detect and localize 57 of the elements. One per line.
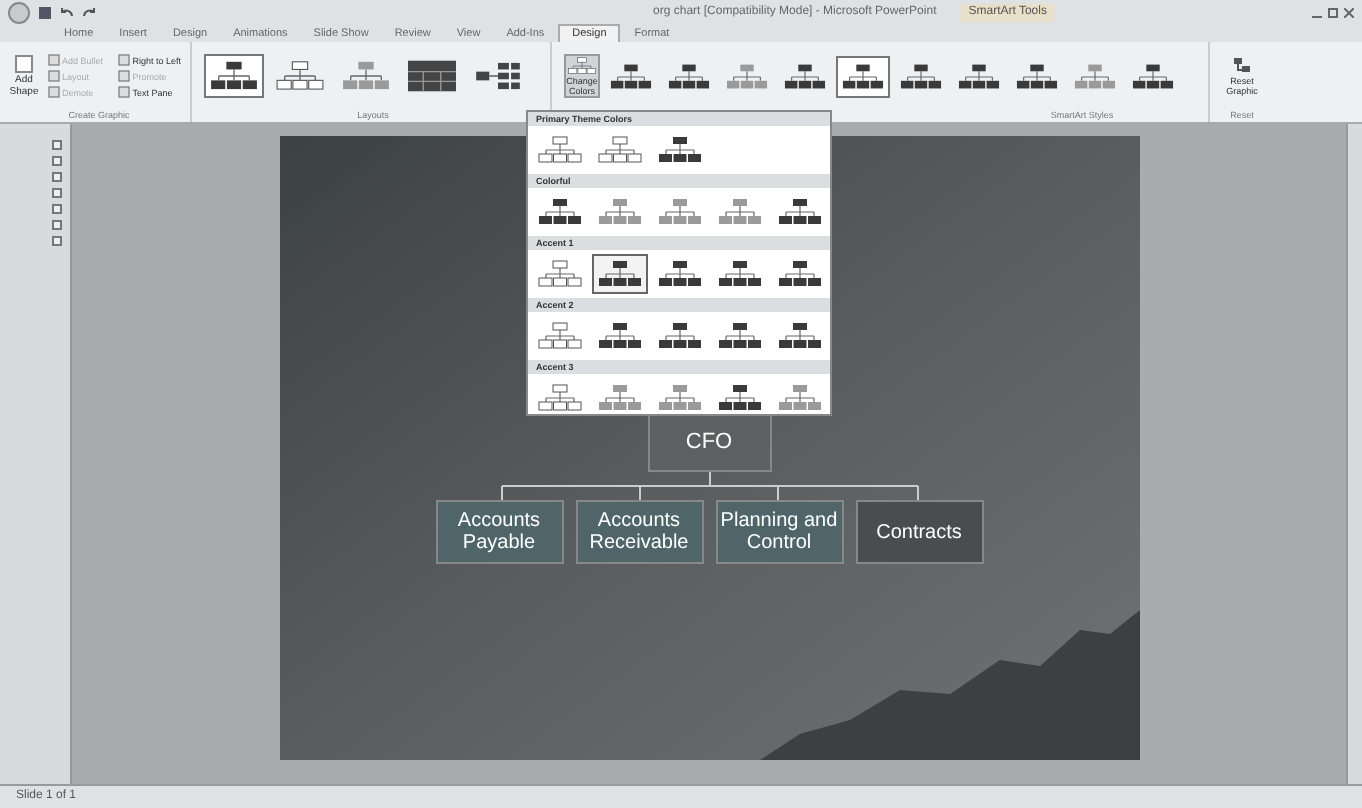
org-chart-icon: [210, 60, 258, 92]
org-chart-icon: [718, 384, 762, 412]
org-chart-box: CFO: [647, 412, 771, 472]
org-chart-icon: [598, 384, 642, 412]
hierarchy-list-icon: [474, 60, 522, 92]
style-option[interactable]: [836, 55, 890, 97]
org-chart-icon: [778, 198, 822, 226]
org-chart-box: Accounts Payable: [435, 500, 563, 564]
org-chart-icon: [1016, 61, 1058, 91]
org-chart-icon: [668, 61, 710, 91]
layout-option[interactable]: [204, 54, 264, 98]
org-chart-icon: [538, 136, 582, 164]
save-icon[interactable]: [38, 5, 52, 19]
org-chart-box: Accounts Receivable: [575, 500, 703, 564]
org-chart-icon: [538, 260, 582, 288]
maximize-icon[interactable]: [1328, 7, 1338, 17]
vertical-scrollbar[interactable]: [1346, 124, 1362, 784]
color-option[interactable]: [532, 378, 588, 414]
redo-icon[interactable]: [82, 5, 96, 19]
org-chart-icon: [726, 61, 768, 91]
org-chart-icon: [778, 384, 822, 412]
table-layout-icon: [408, 60, 456, 92]
org-chart-icon: [658, 260, 702, 288]
org-chart-icon: [610, 61, 652, 91]
org-chart-icon: [784, 61, 826, 91]
org-chart-box: Planning and Control: [715, 500, 843, 564]
org-chart-icon: [1074, 61, 1116, 91]
close-icon[interactable]: [1344, 7, 1354, 17]
org-chart-icon: [598, 136, 642, 164]
org-chart-icon: [658, 136, 702, 164]
undo-icon[interactable]: [60, 5, 74, 19]
org-chart-icon: [658, 322, 702, 350]
office-button[interactable]: [8, 1, 30, 23]
org-chart-icon: [658, 198, 702, 226]
org-chart-icon: [598, 260, 642, 288]
org-chart-icon: [778, 260, 822, 288]
shape-icon: [14, 54, 34, 74]
org-chart-icon: [538, 322, 582, 350]
minimize-icon[interactable]: [1312, 15, 1322, 17]
org-chart-icon: [958, 61, 1000, 91]
org-chart-icon: [658, 384, 702, 412]
org-chart-icon: [718, 322, 762, 350]
org-chart-icon: [778, 322, 822, 350]
reset-graphic-icon: [1232, 56, 1252, 76]
org-chart-icon: [718, 260, 762, 288]
org-chart-icon: [900, 61, 942, 91]
org-chart-icon: [598, 322, 642, 350]
org-chart-icon: [598, 198, 642, 226]
org-chart-icon: [538, 198, 582, 226]
color-option[interactable]: [592, 254, 648, 294]
org-chart-icon: [718, 198, 762, 226]
org-chart-icon: [276, 60, 324, 92]
org-chart-box: Contracts: [855, 500, 983, 564]
org-chart-icon: [842, 61, 884, 91]
org-chart-icon: [1132, 61, 1174, 91]
org-chart-icon: [342, 60, 390, 92]
color-palette-icon: [568, 56, 596, 76]
